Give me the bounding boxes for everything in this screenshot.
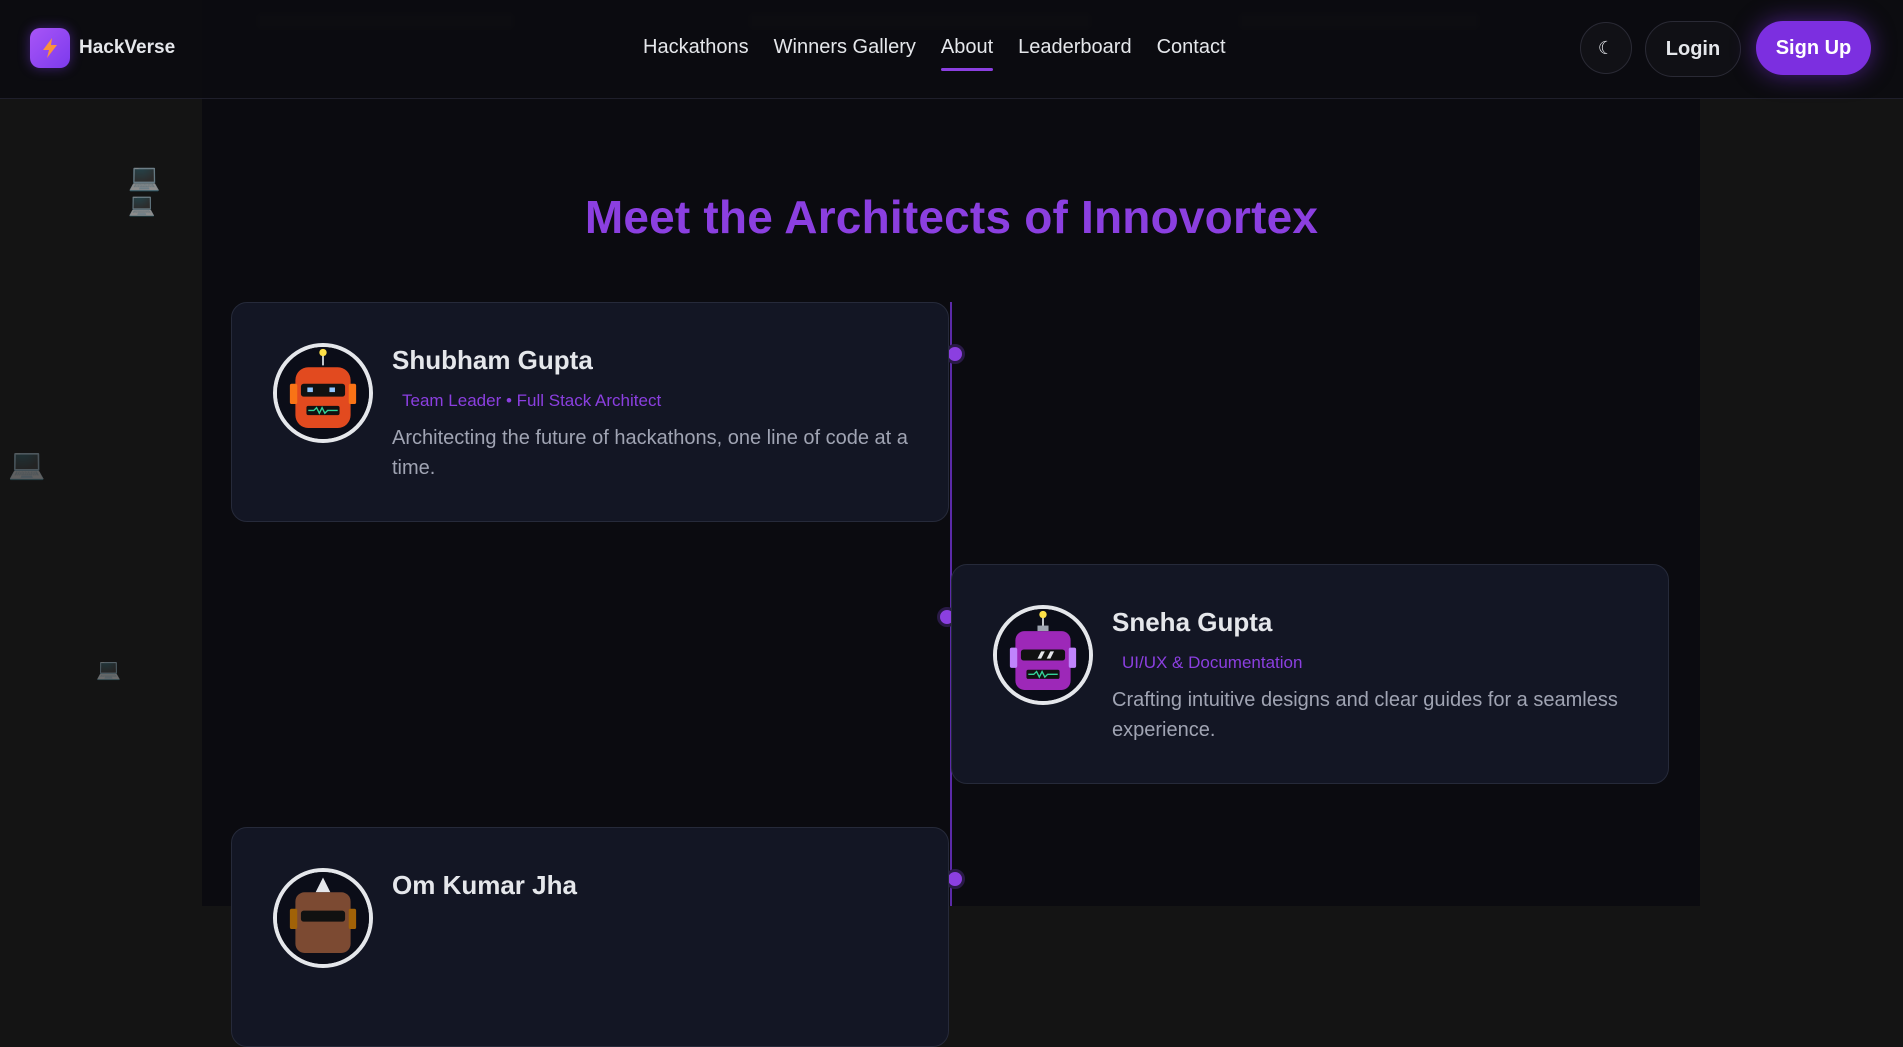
member-role: Team Leader • Full Stack Architect [402, 391, 662, 410]
brown-robot-icon [273, 868, 373, 968]
purple-robot-icon [993, 605, 1093, 705]
member-bio: Architecting the future of hackathons, o… [392, 427, 908, 479]
moon-icon: ☾ [1597, 37, 1615, 58]
theme-toggle-button[interactable]: ☾ [1580, 22, 1632, 74]
laptop-icon: 💻 [128, 162, 161, 192]
nav-item-hackathons[interactable]: Hackathons [643, 36, 749, 59]
team-member-card: Shubham Gupta Team Leader • Full Stack A… [231, 302, 949, 522]
logo[interactable] [30, 28, 70, 68]
team-member-card: Om Kumar Jha [231, 827, 949, 1047]
login-button[interactable]: Login [1645, 21, 1741, 77]
team-member-card: Sneha Gupta UI/UX & Documentation Crafti… [951, 564, 1669, 784]
member-bio: Crafting intuitive designs and clear gui… [1112, 689, 1618, 741]
nav-item-leaderboard[interactable]: Leaderboard [1018, 36, 1131, 59]
orange-robot-icon [273, 343, 373, 443]
section-title: Meet the Architects of Innovortex [584, 191, 1319, 243]
main-nav: Hackathons Winners Gallery About Leaderb… [643, 36, 1226, 71]
signup-button[interactable]: Sign Up [1756, 21, 1871, 75]
lightning-icon [43, 38, 57, 58]
member-role: UI/UX & Documentation [1122, 653, 1303, 672]
member-name: Sneha Gupta [1112, 607, 1273, 637]
top-navbar: HackVerse Hackathons Winners Gallery Abo… [0, 0, 1903, 99]
nav-item-contact[interactable]: Contact [1157, 36, 1226, 59]
laptop-icon: 💻 [96, 659, 121, 681]
nav-item-winners-gallery[interactable]: Winners Gallery [774, 36, 916, 59]
member-name: Om Kumar Jha [392, 870, 577, 900]
nav-item-about[interactable]: About [940, 36, 994, 71]
laptop-icon: 💻 [8, 448, 46, 481]
brand-name[interactable]: HackVerse [79, 37, 175, 59]
member-name: Shubham Gupta [392, 345, 593, 375]
